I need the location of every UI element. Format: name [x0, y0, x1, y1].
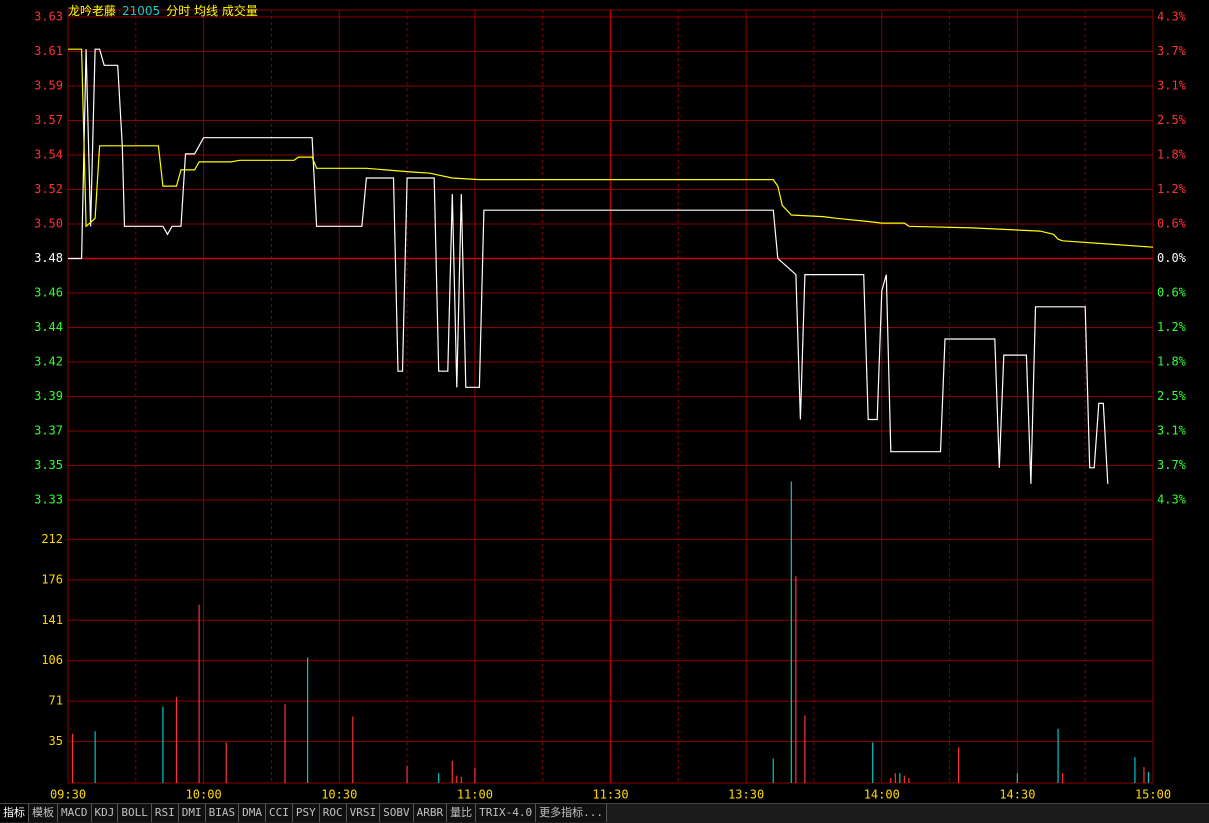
percent-axis-label: 2.5% [1157, 113, 1187, 127]
percent-axis-label: 3.7% [1157, 44, 1187, 58]
indicator-tab[interactable]: DMI [178, 804, 206, 822]
price-axis-label: 3.33 [34, 493, 63, 507]
price-axis-label: 3.63 [34, 10, 63, 24]
indicator-tab[interactable]: 模板 [29, 804, 58, 822]
stock-name: 龙吟老藤 [68, 4, 117, 18]
volume-axis-label: 212 [41, 532, 63, 546]
time-axis-label: 10:00 [186, 788, 222, 802]
percent-axis-label: 3.7% [1157, 458, 1187, 472]
percent-axis-label: 3.1% [1157, 79, 1187, 93]
time-axis-label: 15:00 [1135, 788, 1171, 802]
volume-axis-label: 141 [41, 613, 63, 627]
time-axis-label: 14:30 [999, 788, 1035, 802]
intraday-chart[interactable]: 3.63 4.3% 3.61 3.7% 3.59 3.1% 3.57 2.5% 3.54 1.8%… [0, 0, 1209, 803]
price-axis-label: 3.35 [34, 458, 63, 472]
time-axis-label: 10:30 [321, 788, 357, 802]
indicator-tab[interactable]: ARBR [413, 804, 448, 822]
price-axis-label: 3.54 [34, 148, 63, 162]
indicator-tab[interactable]: 量比 [447, 804, 477, 822]
volume-axis-label: 71 [49, 694, 63, 708]
volume-axis-label: 35 [49, 734, 63, 748]
percent-axis-label: 1.2% [1157, 320, 1187, 334]
percent-axis-label: 3.1% [1157, 424, 1187, 438]
indicator-tab[interactable]: SOBV [380, 804, 414, 822]
indicator-tab[interactable]: TRIX-4.0 [476, 804, 537, 822]
price-axis-label: 3.48 [34, 251, 63, 265]
chart-title: 龙吟老藤 21005 分时 均线 成交量 [68, 2, 264, 19]
indicator-tab[interactable]: 更多指标... [536, 804, 607, 822]
indicator-tab[interactable]: ROC [319, 804, 347, 822]
price-line [68, 48, 1109, 484]
price-axis-label: 3.52 [34, 182, 63, 196]
indicator-tab[interactable]: PSY [292, 804, 320, 822]
indicator-tab-bar: 指标 模板 MACD KDJ BOLL RSI DMI BIAS DMA CCI PSY ROC VRS… [0, 803, 1209, 823]
indicator-names: 分时 均线 成交量 [166, 4, 258, 18]
time-axis-label: 11:30 [592, 788, 628, 802]
indicator-tab[interactable]: RSI [151, 804, 179, 822]
price-axis-label: 3.39 [34, 389, 63, 403]
time-axis-label: 14:00 [864, 788, 900, 802]
stock-code: 21005 [122, 4, 161, 18]
percent-axis-label: 1.8% [1157, 355, 1187, 369]
price-axis-label: 3.57 [34, 113, 63, 127]
price-axis-label: 3.59 [34, 79, 63, 93]
indicator-tab[interactable]: CCI [266, 804, 293, 822]
price-axis-label: 3.61 [34, 44, 63, 58]
percent-axis-label: 1.8% [1157, 148, 1187, 162]
indicator-tab[interactable]: BOLL [118, 804, 152, 822]
indicator-tab[interactable]: DMA [239, 804, 266, 822]
volume-axis-label: 176 [41, 572, 63, 586]
percent-axis-label: 0.6% [1157, 286, 1187, 300]
volume-axis-label: 106 [41, 653, 63, 667]
time-axis-label: 13:30 [728, 788, 764, 802]
indicator-tab[interactable]: KDJ [91, 804, 119, 822]
price-axis-label: 3.44 [34, 320, 63, 334]
percent-axis-label: 0.0% [1157, 251, 1187, 265]
time-axis-label: 11:00 [457, 788, 493, 802]
percent-axis-label: 4.3% [1157, 493, 1187, 507]
price-axis-label: 3.50 [34, 217, 63, 231]
indicator-tab[interactable]: 指标 [0, 804, 29, 822]
price-axis-label: 3.37 [34, 424, 63, 438]
percent-axis-label: 2.5% [1157, 389, 1187, 403]
time-axis-label: 09:30 [50, 788, 86, 802]
indicator-tab[interactable]: MACD [58, 804, 92, 822]
indicator-tab[interactable]: BIAS [205, 804, 240, 822]
percent-axis-label: 1.2% [1157, 182, 1187, 196]
price-axis-label: 3.42 [34, 355, 63, 369]
indicator-tab[interactable]: VRSI [346, 804, 381, 822]
percent-axis-label: 4.3% [1157, 10, 1187, 24]
price-axis-label: 3.46 [34, 286, 63, 300]
percent-axis-label: 0.6% [1157, 217, 1187, 231]
